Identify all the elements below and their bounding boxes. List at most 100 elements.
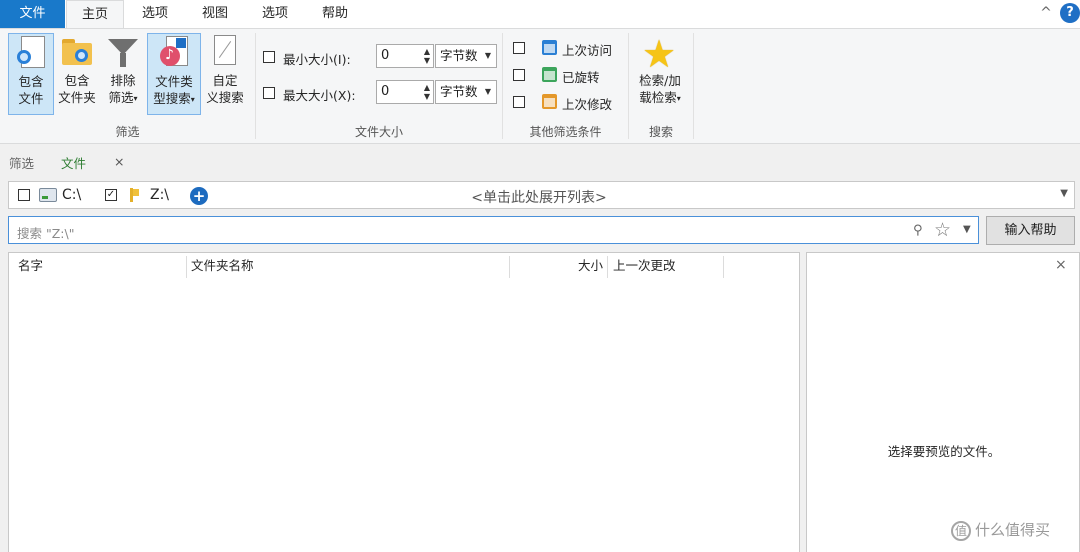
column-name[interactable]: 名字 — [18, 253, 43, 280]
exclude-filter-label-2: 筛选 — [108, 90, 134, 105]
filter-tab-strip: 筛选 文件 × — [0, 145, 1080, 179]
drive-c-checkbox[interactable] — [18, 189, 30, 201]
custom-search-label-1: 自定 — [212, 73, 238, 88]
column-last-modified[interactable]: 上一次更改 — [613, 253, 676, 280]
load-search-label-2: 载检索 — [639, 90, 677, 105]
tab-file[interactable]: 文件 — [61, 153, 86, 172]
custom-search-button[interactable]: 自定 义搜索 — [202, 33, 248, 115]
watermark-text: 什么值得买 — [975, 521, 1051, 539]
max-size-checkbox[interactable] — [263, 87, 275, 99]
spin-arrows-icon[interactable]: ▲ ▼ — [424, 83, 430, 101]
search-input[interactable]: 搜索 "Z:\" ⚲ ☆ ▼ — [8, 216, 979, 244]
last-access-label: 上次访问 — [562, 43, 613, 58]
close-tab-icon[interactable]: × — [114, 154, 124, 169]
column-divider[interactable] — [723, 256, 724, 278]
column-divider[interactable] — [607, 256, 608, 278]
min-size-checkbox[interactable] — [263, 51, 275, 63]
watermark: 值什么值得买 — [951, 519, 1077, 541]
calendar-icon — [542, 94, 557, 109]
close-preview-icon[interactable]: × — [1055, 257, 1067, 273]
drive-z-checkbox[interactable]: ✓ — [105, 189, 117, 201]
input-help-button[interactable]: 输入帮助 — [986, 216, 1075, 245]
chevron-down-icon: ▼ — [484, 51, 491, 60]
include-folders-button[interactable]: 包含 文件夹 — [54, 33, 100, 115]
chevron-down-icon[interactable]: ▼ — [963, 224, 971, 235]
rotated-checkbox[interactable] — [513, 69, 525, 81]
tab-filter[interactable]: 筛选 — [9, 153, 34, 172]
document-search-icon — [15, 36, 47, 70]
include-folders-label-1: 包含 — [64, 73, 90, 88]
min-size-input[interactable]: 0 ▲ ▼ — [376, 44, 434, 68]
exclude-filter-button[interactable]: 排除 筛选▾ — [100, 33, 146, 115]
watermark-logo-icon: 值 — [951, 520, 971, 541]
search-icon[interactable]: ⚲ — [913, 223, 923, 238]
ribbon: 包含 文件 包含 文件夹 排除 筛选▾ ♪ 文件类 型搜索▾ 自定 义搜索 筛选… — [0, 28, 1080, 144]
preview-message: 选择要预览的文件。 — [887, 444, 1001, 459]
drive-c-label: C:\ — [62, 187, 82, 203]
tab-options[interactable]: 选项 — [126, 0, 184, 28]
max-size-label: 最大大小(X): — [283, 88, 356, 103]
add-drive-icon[interactable]: + — [190, 187, 208, 205]
spin-arrows-icon[interactable]: ▲ ▼ — [424, 47, 430, 65]
menu-bar: 文件 主页 选项 视图 选项 帮助 ^ ? — [0, 0, 1080, 29]
chevron-down-icon[interactable]: ▼ — [1060, 188, 1068, 199]
tab-options-2[interactable]: 选项 — [246, 0, 304, 28]
min-size-unit-select[interactable]: 字节数 ▼ — [435, 44, 497, 68]
tab-view[interactable]: 视图 — [186, 0, 244, 28]
chevron-down-icon: ▼ — [484, 87, 491, 96]
include-files-button[interactable]: 包含 文件 — [8, 33, 54, 115]
network-drive-icon — [127, 188, 139, 202]
rotated-label: 已旋转 — [562, 70, 600, 85]
music-file-icon: ♪ — [158, 36, 190, 70]
other-filters-group-label: 其他筛选条件 — [529, 125, 602, 139]
blank-document-icon — [209, 35, 241, 69]
last-modified-label: 上次修改 — [562, 97, 613, 112]
last-modified-checkbox[interactable] — [513, 96, 525, 108]
file-type-search-button[interactable]: ♪ 文件类 型搜索▾ — [147, 33, 201, 115]
drive-z-label: Z:\ — [150, 187, 170, 203]
drive-list-bar[interactable]: <单击此处展开列表> C:\ ✓ Z:\ + ▼ — [8, 181, 1075, 209]
results-list[interactable]: 名字 文件夹名称 大小 上一次更改 — [8, 252, 800, 552]
hard-drive-icon — [39, 188, 57, 202]
preview-pane: × 选择要预览的文件。 — [806, 252, 1080, 552]
column-divider[interactable] — [186, 256, 187, 278]
dropdown-arrow-icon: ▾ — [190, 95, 195, 104]
favorite-star-icon[interactable]: ☆ — [934, 219, 951, 241]
filter-group-label: 筛选 — [115, 125, 140, 139]
file-type-search-label-2: 型搜索 — [153, 91, 191, 106]
column-divider[interactable] — [509, 256, 510, 278]
search-group-label: 搜索 — [648, 125, 673, 139]
menu-file[interactable]: 文件 — [0, 0, 65, 28]
last-access-checkbox[interactable] — [513, 42, 525, 54]
collapse-ribbon-icon[interactable]: ^ — [1038, 5, 1054, 21]
folder-search-icon — [61, 35, 93, 69]
column-size[interactable]: 大小 — [569, 253, 603, 280]
include-files-label-1: 包含 — [18, 74, 44, 89]
group-divider — [693, 33, 694, 139]
max-size-unit-select[interactable]: 字节数 ▼ — [435, 80, 497, 104]
tab-help[interactable]: 帮助 — [306, 0, 364, 28]
max-size-input[interactable]: 0 ▲ ▼ — [376, 80, 434, 104]
calendar-icon — [542, 67, 557, 82]
include-files-label-2: 文件 — [18, 91, 44, 106]
file-type-search-label-1: 文件类 — [155, 74, 193, 89]
size-group-label: 文件大小 — [354, 125, 403, 139]
column-folder-name[interactable]: 文件夹名称 — [191, 253, 254, 280]
dropdown-arrow-icon: ▾ — [676, 94, 681, 103]
load-search-button[interactable]: ★ 检索/加 载检索▾ — [632, 33, 688, 115]
dropdown-arrow-icon: ▾ — [133, 94, 138, 103]
max-size-unit-value: 字节数 — [440, 84, 478, 99]
max-size-value: 0 — [381, 84, 390, 99]
tab-home[interactable]: 主页 — [66, 0, 124, 29]
calendar-icon — [542, 40, 557, 55]
help-icon[interactable]: ? — [1060, 3, 1080, 23]
min-size-label: 最小大小(I): — [283, 52, 351, 67]
min-size-unit-value: 字节数 — [440, 48, 478, 63]
exclude-filter-label-1: 排除 — [110, 73, 136, 88]
search-placeholder: 搜索 "Z:\" — [17, 226, 75, 241]
min-size-value: 0 — [381, 48, 390, 63]
funnel-icon — [107, 35, 139, 69]
include-folders-label-2: 文件夹 — [58, 90, 96, 105]
custom-search-label-2: 义搜索 — [206, 90, 244, 105]
star-icon: ★ — [642, 32, 677, 76]
